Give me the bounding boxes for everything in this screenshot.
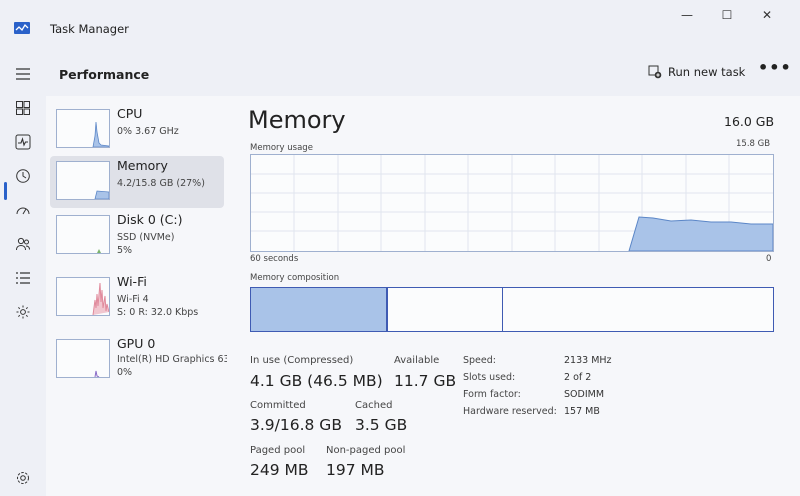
composition-free-segment	[503, 288, 773, 331]
device-name: Disk 0 (C:)	[117, 212, 183, 227]
navigation-rail	[0, 52, 46, 496]
task-manager-logo-icon	[14, 22, 30, 34]
device-disk[interactable]: Disk 0 (C:) SSD (NVMe) 5%	[50, 210, 224, 262]
close-button[interactable]: ✕	[752, 6, 782, 24]
minimize-button[interactable]: —	[672, 6, 702, 24]
non-paged-pool-value: 197 MB	[326, 461, 385, 479]
more-options-button[interactable]: •••	[758, 58, 792, 77]
hamburger-icon[interactable]	[13, 64, 33, 84]
committed-label: Committed	[250, 400, 306, 411]
run-new-task-label: Run new task	[668, 65, 746, 79]
form-factor-label: Form factor:	[463, 389, 521, 400]
device-gpu[interactable]: GPU 0 Intel(R) HD Graphics 630 0%	[50, 334, 227, 386]
non-paged-pool-label: Non-paged pool	[326, 445, 406, 456]
device-detail: 0% 3.67 GHz	[117, 126, 179, 137]
maximize-button[interactable]: ☐	[712, 6, 742, 24]
cached-value: 3.5 GB	[355, 416, 408, 434]
device-cpu[interactable]: CPU 0% 3.67 GHz	[50, 104, 224, 156]
device-detail: SSD (NVMe)	[117, 232, 175, 243]
memory-thumbnail-graph	[56, 161, 110, 200]
cached-label: Cached	[355, 400, 393, 411]
title-bar: Task Manager — ☐ ✕	[0, 0, 800, 52]
speed-value: 2133 MHz	[564, 355, 612, 366]
hardware-reserved-value: 157 MB	[564, 406, 600, 417]
device-detail-secondary: 0%	[117, 367, 133, 378]
users-icon[interactable]	[13, 234, 33, 254]
startup-apps-icon[interactable]	[13, 200, 33, 220]
paged-pool-value: 249 MB	[250, 461, 309, 479]
run-new-task-button[interactable]: Run new task	[648, 61, 745, 83]
memory-usage-graph	[250, 154, 774, 252]
form-factor-value: SODIMM	[564, 389, 605, 400]
composition-in-use-segment	[251, 288, 388, 331]
window-title: Task Manager	[50, 22, 129, 36]
memory-composition-label: Memory composition	[250, 273, 340, 283]
available-label: Available	[394, 355, 440, 366]
memory-usage-label: Memory usage	[250, 143, 313, 153]
settings-icon[interactable]	[13, 468, 33, 488]
paged-pool-label: Paged pool	[250, 445, 306, 456]
memory-usage-max: 15.8 GB	[736, 139, 771, 149]
device-name: Wi-Fi	[117, 274, 147, 289]
available-value: 11.7 GB	[394, 372, 457, 390]
slots-used-value: 2 of 2	[564, 372, 592, 383]
device-name: Memory	[117, 158, 168, 173]
in-use-value: 4.1 GB (46.5 MB)	[250, 372, 383, 390]
performance-content: CPU 0% 3.67 GHz Memory 4.2/15.8 GB (27%)…	[46, 96, 800, 496]
device-name: GPU 0	[117, 336, 156, 351]
device-detail: 4.2/15.8 GB (27%)	[117, 178, 205, 189]
device-memory[interactable]: Memory 4.2/15.8 GB (27%)	[50, 156, 224, 208]
in-use-label: In use (Compressed)	[250, 355, 354, 366]
device-detail: Wi-Fi 4	[117, 294, 149, 305]
device-detail-secondary: S: 0 R: 32.0 Kbps	[117, 307, 199, 318]
gpu-thumbnail-graph	[56, 339, 110, 378]
device-detail: Intel(R) HD Graphics 630	[117, 354, 227, 365]
committed-value: 3.9/16.8 GB	[250, 416, 342, 434]
wifi-thumbnail-graph	[56, 277, 110, 316]
details-icon[interactable]	[13, 268, 33, 288]
memory-total: 16.0 GB	[724, 114, 775, 129]
services-icon[interactable]	[13, 302, 33, 322]
cpu-thumbnail-graph	[56, 109, 110, 148]
hardware-reserved-label: Hardware reserved:	[463, 406, 557, 417]
device-detail-secondary: 5%	[117, 245, 133, 256]
app-history-icon[interactable]	[13, 166, 33, 186]
device-wifi[interactable]: Wi-Fi Wi-Fi 4 S: 0 R: 32.0 Kbps	[50, 272, 224, 324]
page-header: Performance Run new task •••	[46, 52, 800, 96]
task-manager-window: Task Manager — ☐ ✕ Performance Run new t…	[0, 0, 800, 496]
device-name: CPU	[117, 106, 143, 121]
page-title: Performance	[59, 67, 150, 82]
disk-thumbnail-graph	[56, 215, 110, 254]
memory-composition-bar	[250, 287, 774, 332]
composition-standby-segment	[388, 288, 504, 331]
memory-title: Memory	[248, 106, 346, 134]
run-task-icon	[648, 65, 662, 79]
processes-icon[interactable]	[13, 98, 33, 118]
performance-icon[interactable]	[13, 132, 33, 152]
speed-label: Speed:	[463, 355, 496, 366]
graph-axis-left-label: 60 seconds	[250, 254, 299, 264]
nav-selection-indicator	[4, 182, 7, 200]
memory-panel: Memory 16.0 GB Memory usage 15.8 GB 60 s…	[246, 96, 800, 496]
graph-axis-right-label: 0	[766, 254, 772, 264]
slots-used-label: Slots used:	[463, 372, 516, 383]
